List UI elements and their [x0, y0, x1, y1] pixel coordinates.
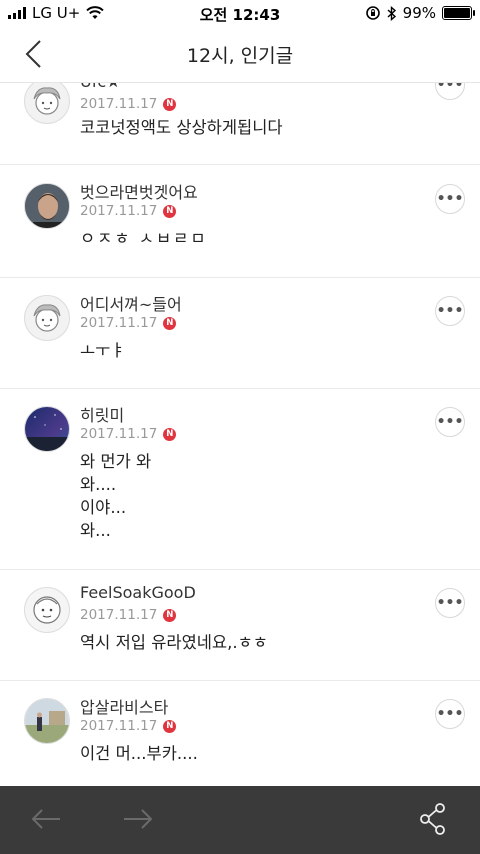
comment-item: 벗으라면벗겟어요 2017.11.17 N ••• ㅇㅈㅎ ㅅㅂㄹㅁ [0, 165, 480, 278]
user-name[interactable]: 어디서껴~들어 [80, 291, 182, 315]
illustration-avatar [33, 596, 61, 624]
comment-text: 역시 저입 유라였네요,.ㅎㅎ [80, 633, 268, 652]
battery-icon [442, 6, 475, 20]
back-arrow-icon[interactable] [30, 804, 62, 834]
new-badge: N [163, 427, 177, 441]
night-sky-photo [25, 407, 69, 451]
user-avatar[interactable] [24, 82, 70, 124]
post-date-row: 2017.11.17 N [80, 426, 177, 442]
user-avatar[interactable] [24, 406, 70, 452]
user-name[interactable]: 히릿미 [80, 402, 124, 426]
comment-item: 히릿미 2017.11.17 N ••• 와 먼가 와 와.... 이야... … [0, 388, 480, 570]
user-name[interactable]: 벗으라면벗겟어요 [80, 179, 198, 203]
new-badge: N [163, 608, 177, 622]
post-date-row: 2017.11.17 N [80, 203, 177, 219]
new-badge: N [163, 719, 177, 733]
user-avatar[interactable] [24, 295, 70, 341]
comment-text: ㅗㅜㅑ [80, 341, 126, 360]
post-date: 2017.11.17 [80, 426, 158, 442]
user-avatar[interactable] [24, 183, 70, 229]
user-avatar[interactable] [24, 587, 70, 633]
post-date: 2017.11.17 [80, 203, 158, 219]
sketch-character-icon [33, 304, 61, 332]
user-name[interactable]: 압살라비스타 [80, 694, 168, 718]
post-date: 2017.11.17 [80, 607, 158, 623]
profile-photo [25, 184, 69, 228]
comment-text: 이건 머...부카.... [80, 744, 198, 763]
new-badge: N [163, 204, 177, 218]
share-icon[interactable] [418, 802, 448, 836]
rotation-lock-icon [365, 6, 380, 20]
more-options-button[interactable]: ••• [435, 184, 465, 214]
battery-fill [444, 8, 470, 18]
more-options-button[interactable]: ••• [435, 699, 465, 729]
status-bar: LG U+ 오전 12:43 99% [0, 0, 480, 26]
header-bar: 12시, 인기글 [0, 26, 480, 83]
post-date-row: 2017.11.17 N [80, 315, 177, 331]
comment-text: ㅇㅈㅎ ㅅㅂㄹㅁ [80, 229, 208, 248]
forward-arrow-icon[interactable] [122, 804, 154, 834]
comment-list: Ufc★ 2017.11.17 N ••• 코코넛정액도 상상하게됩니다 벗으라… [0, 82, 480, 786]
post-date-row: 2017.11.17 N [80, 718, 177, 734]
comment-text: 와 먼가 와 와.... 이야... 와... [80, 452, 152, 540]
status-right: 99% [365, 4, 475, 22]
comment-item: 어디서껴~들어 2017.11.17 N ••• ㅗㅜㅑ [0, 277, 480, 389]
more-options-button[interactable]: ••• [435, 407, 465, 437]
post-date-row: 2017.11.17 N [80, 607, 177, 623]
bottom-toolbar [0, 786, 480, 854]
post-date-row: 2017.11.17 N [80, 96, 177, 112]
comment-item: 압살라비스타 2017.11.17 N ••• 이건 머...부카.... [0, 680, 480, 786]
comment-item: Ufc★ 2017.11.17 N ••• 코코넛정액도 상상하게됩니다 [0, 82, 480, 165]
bluetooth-icon [387, 5, 396, 21]
sketch-character-icon [33, 87, 61, 115]
landscape-photo [25, 699, 69, 743]
battery-percent: 99% [402, 4, 436, 22]
user-avatar[interactable] [24, 698, 70, 744]
new-badge: N [163, 97, 177, 111]
more-options-button[interactable]: ••• [435, 82, 465, 100]
user-name[interactable]: Ufc★ [80, 82, 120, 91]
post-date: 2017.11.17 [80, 96, 158, 112]
post-date: 2017.11.17 [80, 718, 158, 734]
comment-text: 코코넛정액도 상상하게됩니다 [80, 118, 283, 137]
user-name[interactable]: FeelSoakGooD [80, 583, 196, 602]
post-date: 2017.11.17 [80, 315, 158, 331]
comment-item: FeelSoakGooD 2017.11.17 N ••• 역시 저입 유라였네… [0, 569, 480, 681]
more-options-button[interactable]: ••• [435, 588, 465, 618]
new-badge: N [163, 316, 177, 330]
page-title: 12시, 인기글 [186, 45, 294, 67]
more-options-button[interactable]: ••• [435, 296, 465, 326]
